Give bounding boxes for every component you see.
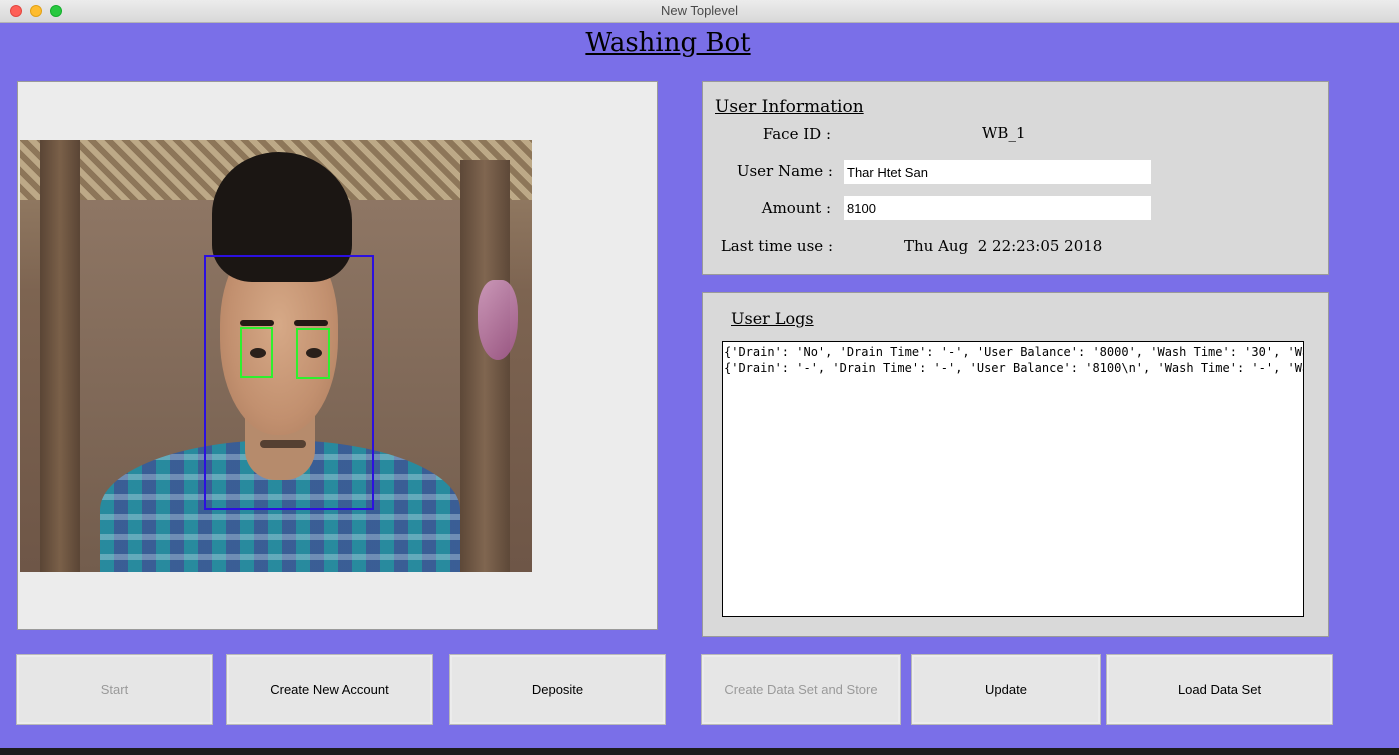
create-data-set-button[interactable]: Create Data Set and Store xyxy=(701,654,901,725)
log-line: {'Drain': 'No', 'Drain Time': '-', 'User… xyxy=(724,345,1304,359)
title-bar: New Toplevel xyxy=(0,0,1399,23)
user-information-heading: User Information xyxy=(715,97,864,117)
background-post-right xyxy=(460,160,510,572)
update-button[interactable]: Update xyxy=(911,654,1101,725)
user-logs-text[interactable]: {'Drain': 'No', 'Drain Time': '-', 'User… xyxy=(722,341,1304,617)
left-eye-detection-box xyxy=(240,327,273,378)
load-data-set-button[interactable]: Load Data Set xyxy=(1106,654,1333,725)
create-new-account-button[interactable]: Create New Account xyxy=(226,654,433,725)
user-logs-panel: User Logs {'Drain': 'No', 'Drain Time': … xyxy=(702,292,1329,637)
right-eye-detection-box xyxy=(296,328,330,379)
start-button[interactable]: Start xyxy=(16,654,213,725)
amount-label: Amount : xyxy=(761,199,831,217)
user-name-label: User Name : xyxy=(736,162,833,180)
amount-field[interactable] xyxy=(844,196,1151,220)
face-detection-box xyxy=(204,255,374,510)
face-id-label: Face ID : xyxy=(762,125,831,143)
bottom-edge xyxy=(0,748,1399,755)
user-logs-heading: User Logs xyxy=(731,309,814,328)
log-line: {'Drain': '-', 'Drain Time': '-', 'User … xyxy=(724,361,1304,375)
last-time-use-label: Last time use : xyxy=(720,237,833,255)
user-name-field[interactable] xyxy=(844,160,1151,184)
camera-panel xyxy=(17,81,658,630)
app-title: Washing Bot xyxy=(585,28,751,58)
last-time-use-value: Thu Aug 2 22:23:05 2018 xyxy=(904,237,1103,255)
background-post-left xyxy=(40,140,80,572)
window-title: New Toplevel xyxy=(660,3,739,18)
deposite-button[interactable]: Deposite xyxy=(449,654,666,725)
face-id-value: WB_1 xyxy=(982,124,1026,142)
camera-feed-image xyxy=(20,140,532,572)
user-information-panel: User Information Face ID : WB_1 User Nam… xyxy=(702,81,1329,275)
hanging-bag xyxy=(478,280,518,360)
